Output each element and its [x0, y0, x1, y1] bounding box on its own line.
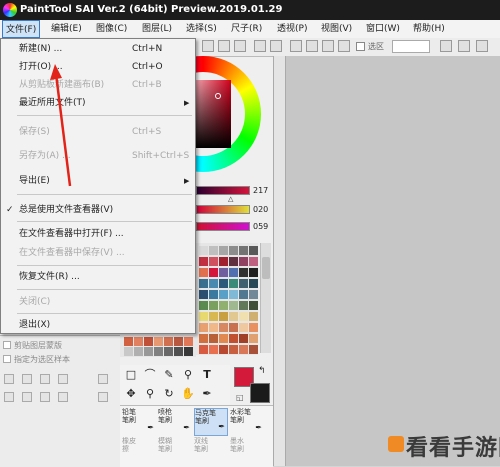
annotation-arrow-head	[50, 64, 62, 80]
watermark-text: 看看手游网	[406, 436, 500, 461]
annotation-arrow-icon	[50, 64, 72, 187]
annotation-arrow-shaft	[54, 73, 72, 187]
watermark-logo-icon	[388, 436, 404, 452]
watermark: 看看手游网	[388, 428, 500, 466]
